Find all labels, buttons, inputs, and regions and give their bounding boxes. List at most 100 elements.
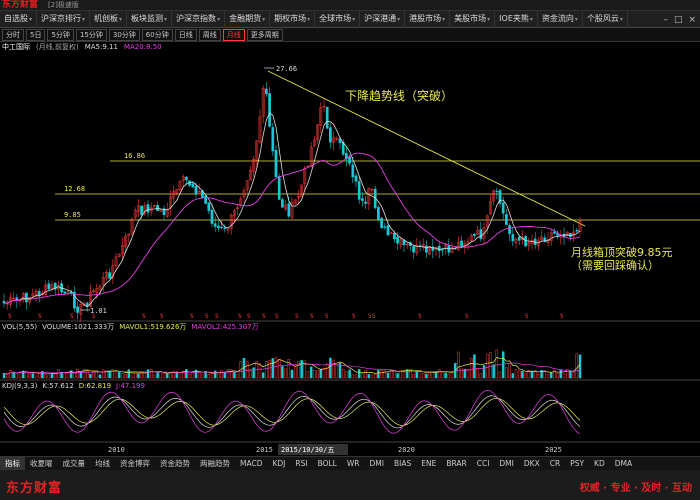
candle-body xyxy=(479,229,483,239)
menu-item-5[interactable]: 金融期货▾ xyxy=(225,10,271,28)
kdj-j-value: J:47.199 xyxy=(116,382,145,390)
volume-bar xyxy=(329,357,332,379)
volume-bar xyxy=(322,367,326,379)
period-tab-5[interactable]: 60分钟 xyxy=(141,28,173,41)
volume-bar xyxy=(524,373,527,379)
indicator-tab-2[interactable]: 成交量 xyxy=(58,457,91,471)
indicator-tab-12[interactable]: DMI xyxy=(365,457,389,471)
volume-bar xyxy=(575,353,579,379)
menu-item-8[interactable]: 沪深港通▾ xyxy=(360,10,406,28)
indicator-tab-13[interactable]: BIAS xyxy=(389,457,416,471)
volume-bar xyxy=(178,373,182,379)
signal-marker: S xyxy=(310,313,314,320)
volume-bar xyxy=(79,371,83,379)
indicator-tab-17[interactable]: DMI xyxy=(494,457,518,471)
minimize-icon[interactable]: – xyxy=(663,15,668,25)
signal-marker: S xyxy=(92,313,96,320)
vol-indicator-name[interactable]: VOL(5,55) xyxy=(2,323,37,332)
indicator-tab-5[interactable]: 资金趋势 xyxy=(155,457,195,471)
candle-body xyxy=(63,291,67,294)
menu-item-label: 板块监测 xyxy=(131,14,164,23)
indicator-tab-21[interactable]: KD xyxy=(589,457,610,471)
menu-item-6[interactable]: 期权市场▾ xyxy=(270,10,316,28)
menu-item-label: 美股市场 xyxy=(454,14,487,23)
volume-bar xyxy=(268,360,271,379)
period-tab-1[interactable]: 5日 xyxy=(26,28,46,41)
indicator-tab-16[interactable]: CCI xyxy=(472,457,495,471)
menu-item-2[interactable]: 机创板▾ xyxy=(90,10,128,28)
indicator-tab-14[interactable]: ENE xyxy=(416,457,441,471)
period-tab-4[interactable]: 30分钟 xyxy=(108,28,140,41)
kdj-indicator-name[interactable]: KDJ(9,3,3) xyxy=(2,382,37,391)
menu-item-3[interactable]: 板块监测▾ xyxy=(127,10,173,28)
indicator-tab-1[interactable]: 收夏曜 xyxy=(25,457,58,471)
indicator-tab-6[interactable]: 两融趋势 xyxy=(195,457,235,471)
volume-bar xyxy=(319,368,323,379)
menu-item-7[interactable]: 全球市场▾ xyxy=(315,10,361,28)
indicator-tab-10[interactable]: BOLL xyxy=(313,457,342,471)
indicator-tab-0[interactable]: 指标 xyxy=(0,456,25,471)
volume-bar xyxy=(530,370,534,379)
volume-bar xyxy=(537,374,540,379)
indicator-tab-8[interactable]: KDJ xyxy=(267,457,290,471)
indicator-tab-15[interactable]: BRAR xyxy=(441,457,471,471)
indicator-tab-7[interactable]: MACD xyxy=(235,457,267,471)
menu-item-1[interactable]: 沪深京排行▾ xyxy=(37,10,91,28)
volume-bar xyxy=(348,369,351,379)
volume-value: VOLUME:1021.333万 xyxy=(42,323,115,331)
kdj-d-value: D:62.819 xyxy=(78,382,112,390)
chevron-down-icon: ▾ xyxy=(82,16,86,23)
period-tab-8[interactable]: 月线 xyxy=(222,28,245,41)
period-tab-2[interactable]: 5分钟 xyxy=(47,28,74,41)
ma20-line xyxy=(3,152,581,304)
indicator-tab-11[interactable]: WR xyxy=(342,457,365,471)
menu-item-4[interactable]: 沪深京指数▾ xyxy=(172,10,226,28)
candle-body xyxy=(517,236,521,241)
menu-item-0[interactable]: 自选股▾ xyxy=(0,10,38,28)
menu-item-12[interactable]: 资金流向▾ xyxy=(538,10,583,28)
signal-marker: S xyxy=(8,313,12,320)
candle-body xyxy=(194,185,198,195)
candle-body xyxy=(553,231,556,234)
volume-bar xyxy=(201,374,204,379)
signal-marker: S xyxy=(352,313,356,320)
indicator-tab-4[interactable]: 资金博弈 xyxy=(115,457,155,471)
volume-bar xyxy=(357,369,361,379)
volume-bar xyxy=(469,357,473,379)
signal-marker: S xyxy=(215,313,219,320)
volume-bar xyxy=(437,369,441,379)
menu-item-13[interactable]: 个股风云▾ xyxy=(583,10,628,28)
candle-body xyxy=(271,127,275,152)
period-tab-3[interactable]: 15分钟 xyxy=(75,28,107,41)
indicator-tab-3[interactable]: 均线 xyxy=(90,457,115,471)
volume-bar xyxy=(57,368,60,379)
candle-body xyxy=(505,214,508,225)
period-tab-0[interactable]: 分时 xyxy=(2,28,24,41)
volume-bar xyxy=(233,372,236,379)
indicator-tab-19[interactable]: CR xyxy=(545,457,565,471)
close-icon[interactable]: × xyxy=(688,15,696,25)
volume-bar xyxy=(223,371,227,379)
menu-item-9[interactable]: 港股市场▾ xyxy=(405,10,451,28)
period-tab-9[interactable]: 更多周期 xyxy=(246,28,283,41)
signal-marker: S xyxy=(372,313,376,320)
menu-item-10[interactable]: 美股市场▾ xyxy=(450,10,496,28)
volume-bar xyxy=(185,369,188,379)
volume-bar xyxy=(60,372,63,379)
volume-bar xyxy=(37,373,41,379)
chevron-down-icon: ▾ xyxy=(619,16,623,23)
indicator-tab-18[interactable]: DKX xyxy=(519,457,545,471)
signal-markers: SSSSSSSSSSSSSSSSSSSSSSS xyxy=(8,313,564,320)
volume-bar xyxy=(217,374,220,379)
chevron-down-icon: ▾ xyxy=(529,16,533,23)
period-tab-7[interactable]: 周线 xyxy=(198,28,221,41)
indicator-tab-22[interactable]: DMA xyxy=(610,457,637,471)
volume-bar xyxy=(284,368,287,379)
period-tab-6[interactable]: 日线 xyxy=(174,28,197,41)
candle-body xyxy=(357,181,361,200)
menu-item-11[interactable]: IOE夹熊▾ xyxy=(495,10,538,28)
breakout-line-2: （需要回踩确认） xyxy=(571,259,659,272)
indicator-tab-20[interactable]: PSY xyxy=(565,457,589,471)
indicator-tab-9[interactable]: RSI xyxy=(290,457,312,471)
restore-icon[interactable]: □ xyxy=(674,15,683,25)
